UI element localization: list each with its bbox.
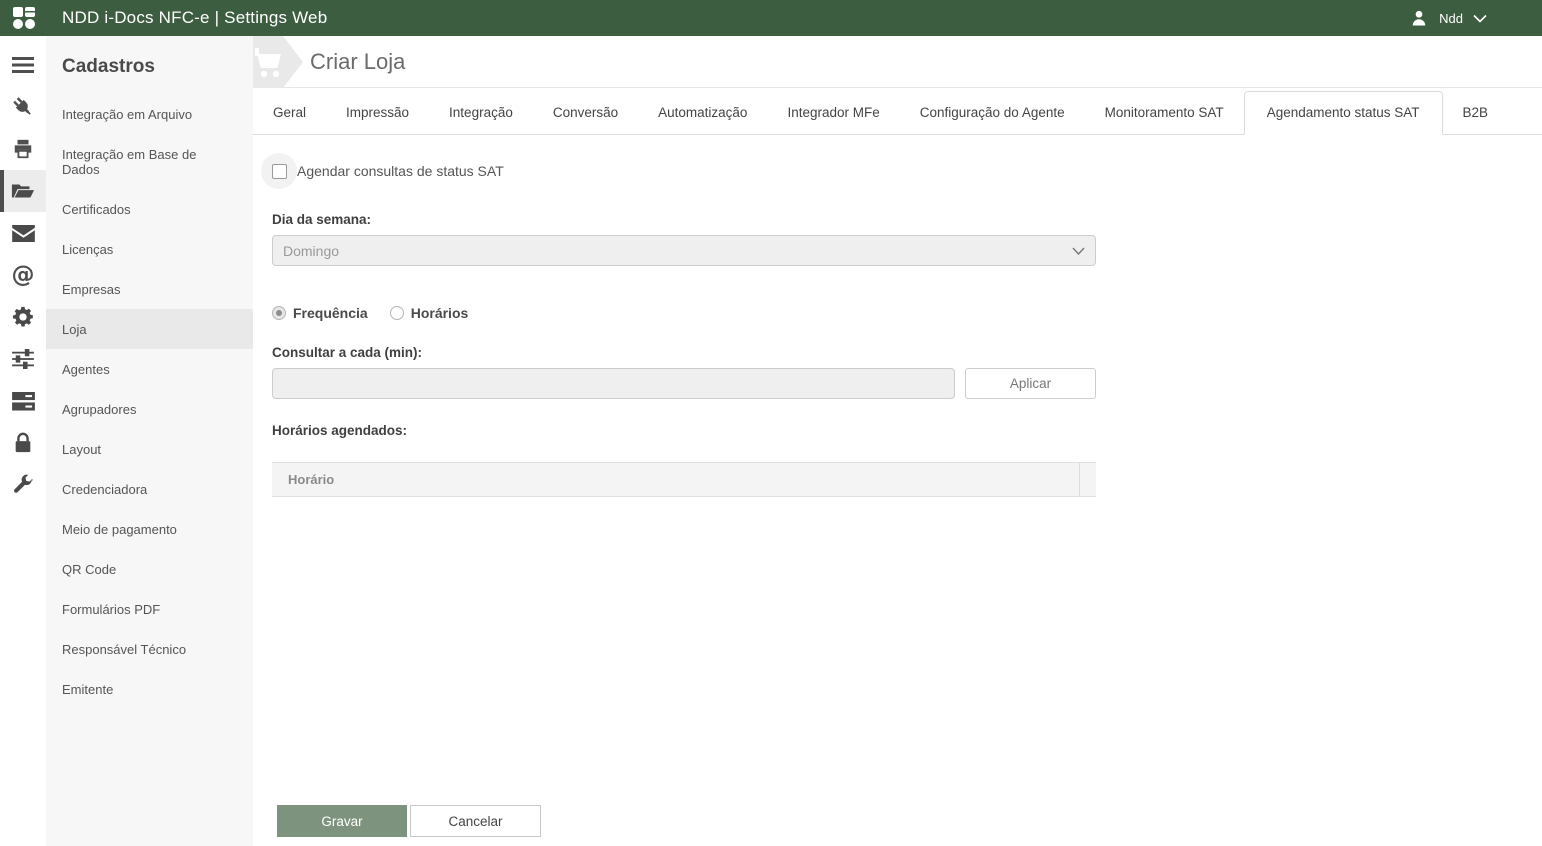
tab-integrador-mfe[interactable]: Integrador MFe — [767, 92, 899, 134]
sidebar-item-emitente[interactable]: Emitente — [46, 669, 253, 709]
scheduled-times-label: Horários agendados: — [272, 423, 1542, 438]
frequency-input[interactable] — [272, 368, 955, 399]
schedule-checkbox-label: Agendar consultas de status SAT — [297, 163, 504, 179]
mail-icon[interactable] — [0, 212, 46, 254]
page-header: Criar Loja — [253, 36, 1542, 88]
tab-geral[interactable]: Geral — [253, 92, 326, 134]
tab-impressao[interactable]: Impressão — [326, 92, 429, 134]
select-chevron-icon — [1072, 247, 1085, 255]
sidebar-title: Cadastros — [46, 42, 253, 94]
tab-integracao[interactable]: Integração — [429, 92, 533, 134]
sidebar-item-agentes[interactable]: Agentes — [46, 349, 253, 389]
scheduled-times-table: Horário — [272, 462, 1096, 497]
tab-b2b[interactable]: B2B — [1443, 92, 1509, 134]
store-cart-icon — [253, 36, 303, 93]
user-menu[interactable]: Ndd — [1409, 8, 1487, 28]
plug-icon[interactable] — [0, 86, 46, 128]
main-panel: Criar Loja Geral Impressão Integração Co… — [253, 36, 1542, 846]
tab-conversao[interactable]: Conversão — [533, 92, 638, 134]
tab-agendamento-status-sat[interactable]: Agendamento status SAT — [1244, 91, 1443, 135]
tab-bar: Geral Impressão Integração Conversão Aut… — [253, 88, 1542, 135]
form-footer: Gravar Cancelar — [272, 805, 1542, 846]
tab-monitoramento-sat[interactable]: Monitoramento SAT — [1085, 92, 1244, 134]
sidebar-item-formularios-pdf[interactable]: Formulários PDF — [46, 589, 253, 629]
top-bar: NDD i-Docs NFC-e | Settings Web Ndd — [0, 0, 1542, 36]
menu-icon[interactable] — [0, 44, 46, 86]
at-sign-icon[interactable]: @ — [0, 254, 46, 296]
schedule-checkbox-row: Agendar consultas de status SAT — [272, 154, 1542, 188]
horarios-radio[interactable] — [390, 306, 404, 320]
user-icon — [1409, 8, 1429, 28]
day-of-week-value: Domingo — [283, 243, 339, 259]
frequency-label: Consultar a cada (min): — [272, 345, 1542, 360]
day-of-week-label: Dia da semana: — [272, 212, 1542, 227]
sidebar-item-integracao-arquivo[interactable]: Integração em Arquivo — [46, 94, 253, 134]
save-button[interactable]: Gravar — [277, 805, 407, 837]
wrench-icon[interactable] — [0, 464, 46, 506]
apply-button[interactable]: Aplicar — [965, 368, 1096, 399]
sidebar-item-layout[interactable]: Layout — [46, 429, 253, 469]
cancel-button[interactable]: Cancelar — [410, 805, 541, 837]
horarios-radio-label: Horários — [411, 305, 469, 321]
folder-open-icon[interactable] — [0, 170, 46, 212]
frequency-input-row: Aplicar — [272, 368, 1542, 399]
chevron-down-icon — [1473, 14, 1487, 23]
day-of-week-select[interactable]: Domingo — [272, 235, 1096, 266]
sidebar-item-credenciadora[interactable]: Credenciadora — [46, 469, 253, 509]
sidebar-item-qr-code[interactable]: QR Code — [46, 549, 253, 589]
sidebar: Cadastros Integração em Arquivo Integraç… — [46, 36, 253, 846]
sliders-icon[interactable] — [0, 338, 46, 380]
user-name: Ndd — [1439, 11, 1463, 26]
page-title: Criar Loja — [310, 49, 405, 75]
sidebar-item-integracao-base-dados[interactable]: Integração em Base de Dados — [46, 134, 253, 189]
sidebar-item-responsavel-tecnico[interactable]: Responsável Técnico — [46, 629, 253, 669]
tab-configuracao-do-agente[interactable]: Configuração do Agente — [900, 92, 1085, 134]
sidebar-item-empresas[interactable]: Empresas — [46, 269, 253, 309]
table-header-horario: Horário — [272, 463, 1079, 496]
icon-rail: @ — [0, 36, 46, 846]
frequencia-radio[interactable] — [272, 306, 286, 320]
printer-icon[interactable] — [0, 128, 46, 170]
gear-icon[interactable] — [0, 296, 46, 338]
sidebar-item-licencas[interactable]: Licenças — [46, 229, 253, 269]
tab-content: Agendar consultas de status SAT Dia da s… — [253, 135, 1542, 846]
schedule-status-checkbox[interactable] — [272, 164, 287, 179]
radio-option-horarios[interactable]: Horários — [390, 305, 469, 321]
sidebar-item-meio-de-pagamento[interactable]: Meio de pagamento — [46, 509, 253, 549]
sidebar-item-loja[interactable]: Loja — [46, 309, 253, 349]
table-header-actions — [1079, 463, 1096, 496]
sidebar-item-agrupadores[interactable]: Agrupadores — [46, 389, 253, 429]
tab-automatizacao[interactable]: Automatização — [638, 92, 767, 134]
radio-option-frequencia[interactable]: Frequência — [272, 305, 368, 321]
app-title: NDD i-Docs NFC-e | Settings Web — [62, 8, 327, 28]
lock-icon[interactable] — [0, 422, 46, 464]
frequencia-radio-label: Frequência — [293, 305, 368, 321]
sidebar-item-certificados[interactable]: Certificados — [46, 189, 253, 229]
mode-radio-group: Frequência Horários — [272, 305, 1542, 321]
app-grid-icon[interactable] — [13, 7, 35, 29]
server-icon[interactable] — [0, 380, 46, 422]
